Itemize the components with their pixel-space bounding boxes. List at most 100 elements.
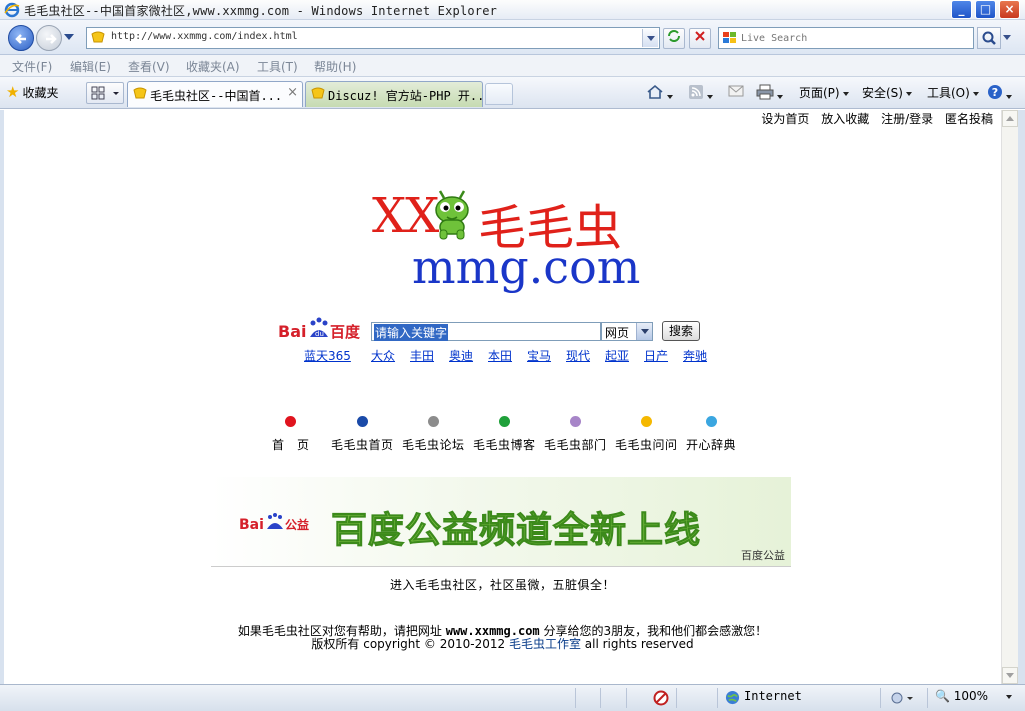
brand-link-fengtian[interactable]: 丰田: [410, 347, 434, 364]
site-nav: 首 页 毛毛虫首页 毛毛虫论坛 毛毛虫博客 毛毛虫部门 毛毛虫问问 开心辞典: [4, 416, 1001, 466]
nav-label: 首 页: [272, 438, 310, 452]
search-query-text: 请输入关键字: [374, 324, 449, 341]
add-favorite-link[interactable]: 放入收藏: [821, 112, 869, 126]
baidu-search-input[interactable]: 请输入关键字: [371, 322, 601, 341]
star-icon: ★: [6, 83, 20, 101]
menu-favorites[interactable]: 收藏夹(A): [186, 58, 240, 75]
popup-blocker-icon[interactable]: [653, 690, 669, 706]
svg-text:公益: 公益: [285, 517, 309, 532]
zoom-control[interactable]: 🔍 100%: [935, 689, 1012, 703]
footer-copyright-line: 版权所有 copyright © 2010-2012 毛毛虫工作室 all ri…: [4, 635, 1001, 652]
nav-item-qa[interactable]: 毛毛虫问问: [615, 416, 678, 453]
banner-headline: 百度公益频道全新上线: [330, 510, 702, 552]
brand-link-bentian[interactable]: 本田: [488, 347, 512, 364]
help-button[interactable]: ?: [987, 84, 1012, 103]
menu-file[interactable]: 文件(F): [12, 58, 52, 75]
brand-link-richan[interactable]: 日产: [644, 347, 668, 364]
help-icon: ?: [988, 85, 1002, 99]
brand-link-lantian365[interactable]: 蓝天365: [304, 347, 351, 364]
favorites-button[interactable]: ★ 收藏夹: [6, 83, 58, 101]
copyright-text: all rights reserved: [580, 637, 694, 651]
brand-link-dazhong[interactable]: 大众: [371, 347, 395, 364]
brand-link-qiya[interactable]: 起亚: [605, 347, 629, 364]
read-mail-button[interactable]: [728, 84, 744, 101]
menu-edit[interactable]: 编辑(E): [70, 58, 111, 75]
minimize-button[interactable]: _: [951, 0, 972, 19]
site-tagline: 进入毛毛虫社区，社区虽微，五脏俱全！: [389, 578, 615, 592]
address-field[interactable]: http://www.xxmmg.com/index.html: [86, 27, 660, 49]
tab-close-button[interactable]: ×: [287, 85, 298, 100]
nav-label: 开心辞典: [686, 438, 737, 452]
back-arrow-icon: [15, 34, 26, 44]
tools-menu-button[interactable]: 工具(O): [927, 84, 979, 101]
close-window-button[interactable]: ×: [999, 0, 1020, 19]
status-divider: [717, 688, 718, 708]
nav-item-department[interactable]: 毛毛虫部门: [544, 416, 607, 453]
search-button[interactable]: 搜索: [662, 321, 700, 341]
home-button[interactable]: [646, 84, 673, 103]
quick-tabs-button[interactable]: [86, 82, 124, 104]
favorites-label: 收藏夹: [22, 86, 59, 100]
brand-link-baoma[interactable]: 宝马: [527, 347, 551, 364]
feeds-button[interactable]: [688, 84, 713, 103]
nav-item-forum[interactable]: 毛毛虫论坛: [402, 416, 465, 453]
internet-globe-icon: [725, 690, 740, 705]
svg-text:du: du: [315, 330, 324, 338]
anonymous-submit-link[interactable]: 匿名投稿: [945, 112, 993, 126]
nav-item-mmc-home[interactable]: 毛毛虫首页: [331, 416, 394, 453]
safety-menu-button[interactable]: 安全(S): [862, 84, 912, 101]
menu-help[interactable]: 帮助(H): [314, 58, 356, 75]
brand-link-aodi[interactable]: 奥迪: [449, 347, 473, 364]
page-viewport: 设为首页 放入收藏 注册/登录 匿名投稿 XX 毛毛虫 mmg.com Bai …: [4, 110, 1001, 684]
menu-tools[interactable]: 工具(T): [257, 58, 298, 75]
forward-button[interactable]: [36, 25, 62, 51]
right-frame-edge: [1018, 110, 1025, 684]
scroll-up-button[interactable]: [1002, 110, 1018, 127]
forward-arrow-icon: [46, 34, 57, 44]
printer-icon: [756, 84, 774, 100]
search-options-dropdown[interactable]: [1003, 35, 1011, 40]
back-button[interactable]: [8, 25, 34, 51]
status-divider: [575, 688, 576, 708]
tab-label: Discuz! 官方站-PHP 开...: [328, 89, 483, 103]
svg-text:百度: 百度: [330, 323, 361, 341]
window-title: 毛毛虫社区--中国首家微社区,www.xxmmg.com - Windows I…: [24, 4, 498, 18]
live-search-input[interactable]: [741, 30, 969, 46]
stop-icon: [695, 31, 705, 41]
address-bar-row: http://www.xxmmg.com/index.html: [0, 20, 1025, 55]
set-homepage-link[interactable]: 设为首页: [761, 112, 809, 126]
search-type-value: 网页: [605, 326, 630, 340]
baidu-charity-banner[interactable]: Bai 公益 百度公益频道全新上线 百度公益: [211, 477, 791, 567]
stop-button[interactable]: [689, 28, 711, 49]
menu-view[interactable]: 查看(V): [128, 58, 170, 75]
print-button[interactable]: [756, 84, 783, 103]
new-tab-button[interactable]: [485, 83, 513, 105]
recent-pages-dropdown[interactable]: [64, 34, 74, 40]
nav-label: 毛毛虫博客: [473, 438, 536, 452]
refresh-icon: [668, 30, 680, 42]
nav-label: 毛毛虫论坛: [402, 438, 465, 452]
live-search-box[interactable]: [718, 27, 974, 49]
title-bar: 毛毛虫社区--中国首家微社区,www.xxmmg.com - Windows I…: [0, 0, 1025, 20]
nav-dot-icon: [640, 416, 652, 427]
address-dropdown-button[interactable]: [642, 29, 658, 47]
tab-maomaochong[interactable]: 毛毛虫社区--中国首... ×: [127, 81, 303, 107]
protected-mode-icon[interactable]: [890, 690, 914, 706]
nav-item-home[interactable]: 首 页: [272, 416, 310, 453]
home-icon: [647, 84, 663, 99]
safety-menu-label: 安全(S): [862, 86, 903, 100]
vertical-scrollbar[interactable]: [1001, 110, 1018, 684]
register-login-link[interactable]: 注册/登录: [881, 112, 933, 126]
scroll-down-button[interactable]: [1002, 667, 1018, 684]
tab-discuz[interactable]: Discuz! 官方站-PHP 开...: [305, 81, 483, 107]
search-go-button[interactable]: [977, 27, 1001, 49]
studio-link[interactable]: 毛毛虫工作室: [509, 637, 581, 651]
page-menu-button[interactable]: 页面(P): [799, 84, 849, 101]
nav-item-quiz[interactable]: 开心辞典: [686, 416, 736, 453]
search-type-select[interactable]: 网页: [601, 322, 653, 341]
brand-link-xiandai[interactable]: 现代: [566, 347, 590, 364]
maximize-button[interactable]: □: [975, 0, 996, 19]
brand-link-benchi[interactable]: 奔驰: [683, 347, 707, 364]
nav-item-blog[interactable]: 毛毛虫博客: [473, 416, 536, 453]
refresh-button[interactable]: [663, 28, 685, 49]
